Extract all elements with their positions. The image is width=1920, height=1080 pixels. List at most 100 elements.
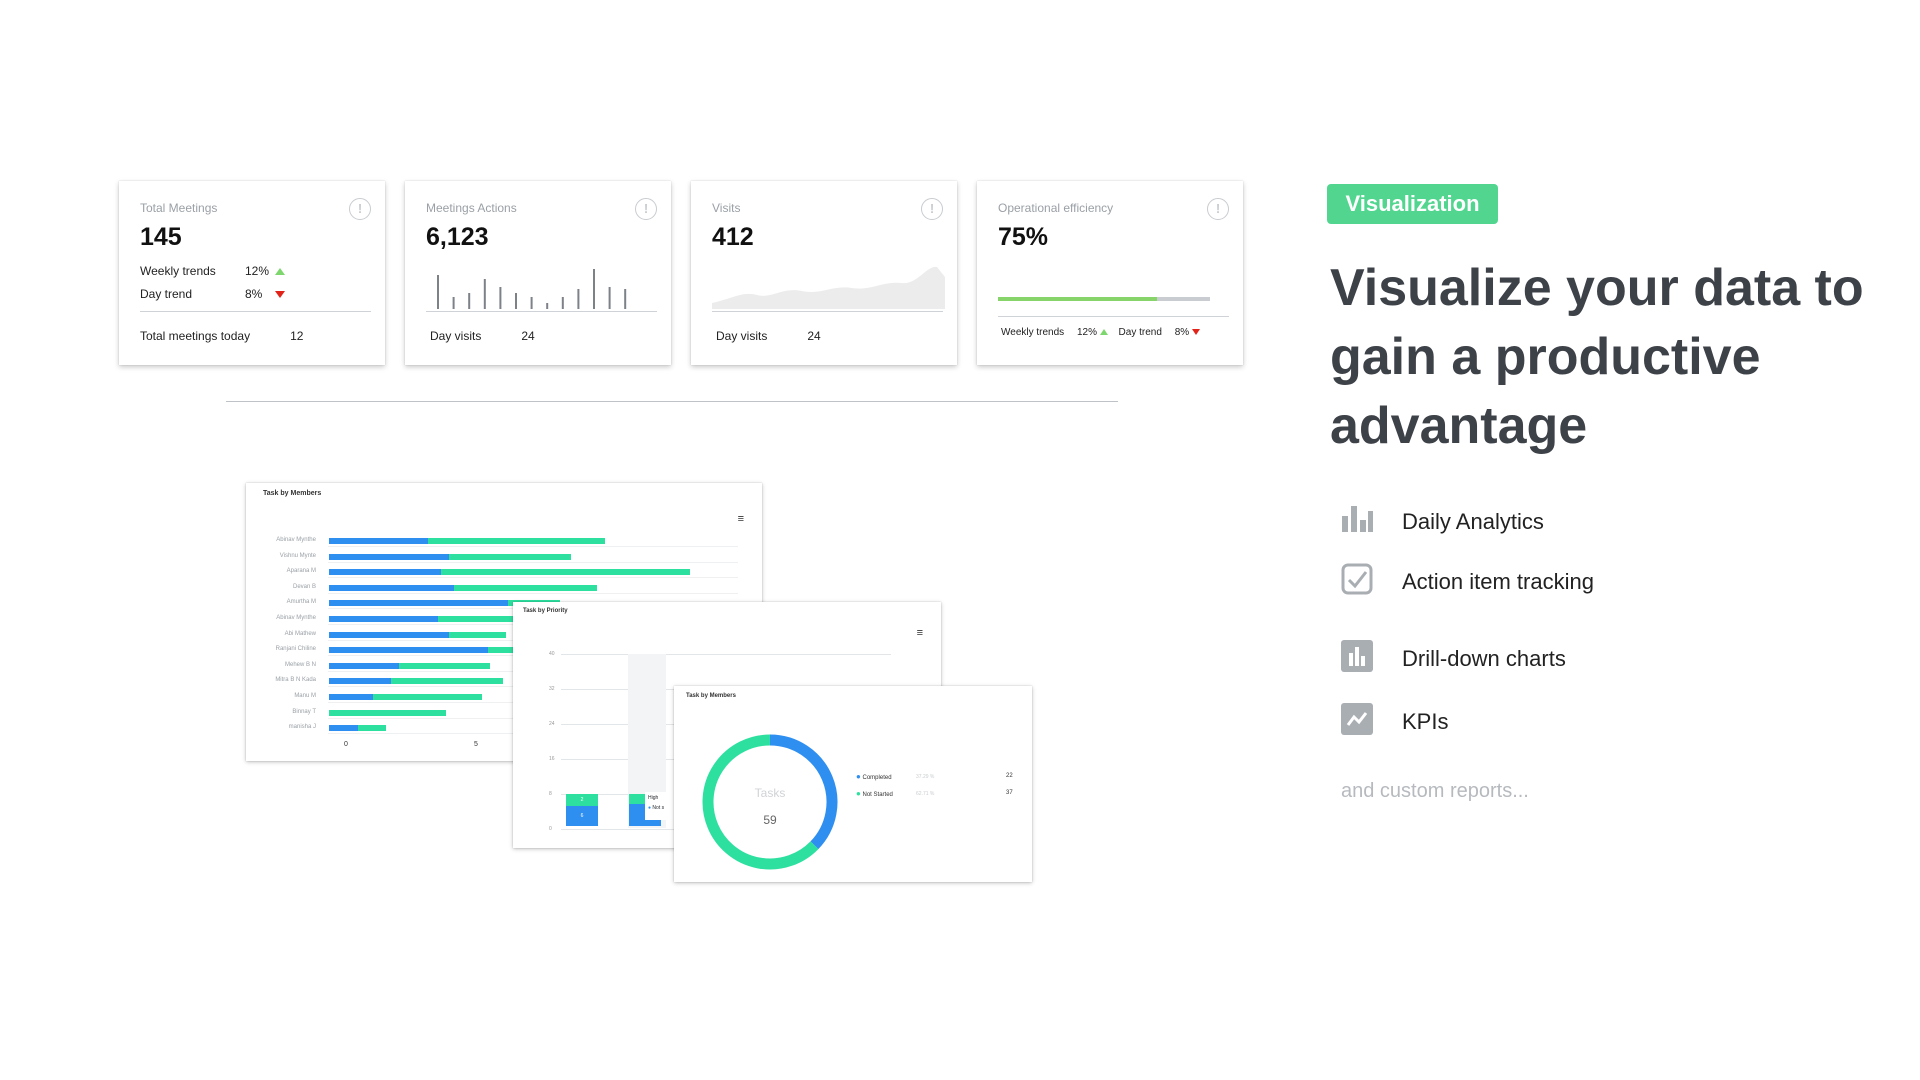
kpi-footer: Day visits 24 <box>430 329 535 343</box>
bar-segment-blue[interactable] <box>329 678 392 685</box>
checkbox-icon <box>1341 563 1373 595</box>
bar-segment-green[interactable] <box>448 553 571 560</box>
x-tick: 5 <box>474 741 478 748</box>
spark-bar <box>437 275 439 309</box>
legend-pct: 37.29 % <box>916 774 935 780</box>
trend-label: Weekly trends <box>140 264 216 278</box>
bar-segment-green[interactable] <box>357 725 387 732</box>
bar-segment-blue[interactable] <box>329 631 449 638</box>
spark-bar <box>546 303 549 309</box>
bar-segment-blue[interactable] <box>329 725 358 732</box>
trend-row-inline: Weekly trends 12% Day trend 8% <box>1001 327 1200 338</box>
y-tick: 24 <box>549 721 555 727</box>
bar-row-name: Abi Mathew <box>284 630 316 637</box>
bar-segment-green[interactable] <box>329 709 446 716</box>
bar-segment-blue[interactable] <box>329 538 428 544</box>
bar-segment-blue[interactable] <box>329 662 400 669</box>
info-icon[interactable]: ! <box>921 198 943 220</box>
arrow-down-icon <box>275 291 285 299</box>
bar-segment-blue: 6 <box>566 806 598 826</box>
trend-value: 12% <box>245 264 270 278</box>
info-icon[interactable]: ! <box>1207 198 1229 220</box>
bar-segment-blue[interactable] <box>329 616 439 622</box>
spark-bar <box>593 269 595 309</box>
footer-value: 24 <box>807 329 821 343</box>
hamburger-menu-icon[interactable]: ≡ <box>917 627 923 639</box>
grid-line <box>328 577 738 579</box>
bar-segment-blue[interactable] <box>329 569 441 576</box>
bar-row-name: Abinav Mynthe <box>276 537 316 543</box>
trend-label: Day trend <box>140 287 193 301</box>
bar-segment-green[interactable] <box>487 647 514 654</box>
bar-segment-blue[interactable] <box>329 553 449 560</box>
footer-label: Total meetings today <box>140 329 251 343</box>
feature-label: KPIs <box>1402 709 1449 734</box>
spark-bar <box>468 293 471 309</box>
donut-slice-1[interactable] <box>702 734 819 870</box>
grid-line <box>328 592 738 594</box>
y-tick: 0 <box>549 826 552 832</box>
arrow-up-icon <box>275 268 285 276</box>
bar-segment-green[interactable] <box>427 538 605 544</box>
feature-label: Drill-down charts <box>1402 646 1566 671</box>
spark-bar <box>577 289 580 309</box>
kpi-footer: Day visits 24 <box>716 329 821 343</box>
legend-label: Not Started <box>862 792 893 798</box>
panel-title: Task by Members <box>686 693 736 699</box>
feature-kpis: KPIs <box>1340 700 1740 740</box>
kpi-card-operational-efficiency: Operational efficiency ! 75% Weekly tren… <box>977 181 1243 365</box>
bar-row-name: Devan B <box>292 583 316 590</box>
legend-item-not-started[interactable]: ● Not Started 62.71 % 37 <box>856 789 1016 798</box>
bar-segment-blue[interactable] <box>329 600 509 607</box>
legend-value: 37 <box>1006 790 1013 796</box>
feature-label: Action item tracking <box>1402 569 1594 594</box>
hamburger-menu-icon[interactable]: ≡ <box>738 513 744 525</box>
trend-value: 8% <box>1174 327 1190 338</box>
custom-reports-note: and custom reports... <box>1341 780 1529 802</box>
y-tick: 40 <box>549 651 555 657</box>
trend-row-day: Day trend 8% <box>140 287 340 301</box>
bar-segment-green[interactable] <box>373 694 483 700</box>
bar-segment-blue[interactable] <box>329 647 488 654</box>
trend-line-icon <box>1341 703 1373 735</box>
bar-segment-green[interactable] <box>391 678 504 685</box>
spark-bar <box>499 287 502 309</box>
arrow-down-icon <box>1191 329 1200 336</box>
info-icon[interactable]: ! <box>635 198 657 220</box>
section-divider <box>226 401 1118 402</box>
trend-label: Day trend <box>1118 327 1162 338</box>
bar-segment-green[interactable] <box>448 631 506 638</box>
sparkline-chart <box>437 269 627 309</box>
visualization-badge: Visualization <box>1327 184 1498 224</box>
grid-line <box>328 561 738 563</box>
priority-bar: 2 6 <box>566 794 598 826</box>
bar-row-name: Mehew B N <box>284 661 316 668</box>
bar-segment-blue[interactable] <box>329 694 374 700</box>
kpi-value: 412 <box>712 223 754 251</box>
y-tick: 8 <box>549 791 552 797</box>
legend-value: 22 <box>1006 773 1013 779</box>
bar-segment-green[interactable] <box>453 584 597 591</box>
kpi-value: 145 <box>140 223 182 251</box>
arrow-up-icon <box>1099 329 1108 336</box>
bar-chart-icon <box>1342 506 1373 532</box>
bar-row-name: Ranjani Chiline <box>275 646 316 653</box>
bar-segment-green[interactable] <box>438 616 519 622</box>
footer-value: 24 <box>521 329 535 343</box>
kpi-card-meetings-actions: Meetings Actions ! 6,123 Day visits 24 <box>405 181 671 365</box>
bar-segment-green[interactable] <box>440 569 691 576</box>
bar-segment-blue[interactable] <box>329 584 454 591</box>
spark-bar <box>530 297 533 309</box>
spark-bar <box>561 297 564 309</box>
legend-pct: 62.71 % <box>916 791 935 797</box>
legend-item-completed[interactable]: ● Completed 37.29 % 22 <box>856 772 1016 781</box>
spark-bar <box>608 287 611 309</box>
bar-segment-green[interactable] <box>399 662 491 669</box>
legend-dot: ● <box>856 772 861 781</box>
info-icon[interactable]: ! <box>349 198 371 220</box>
headline: Visualize your data to gain a productive… <box>1330 259 1864 455</box>
spark-bar <box>515 293 517 309</box>
efficiency-progress-track <box>998 297 1210 301</box>
grid-line <box>328 546 738 547</box>
divider <box>140 311 371 312</box>
